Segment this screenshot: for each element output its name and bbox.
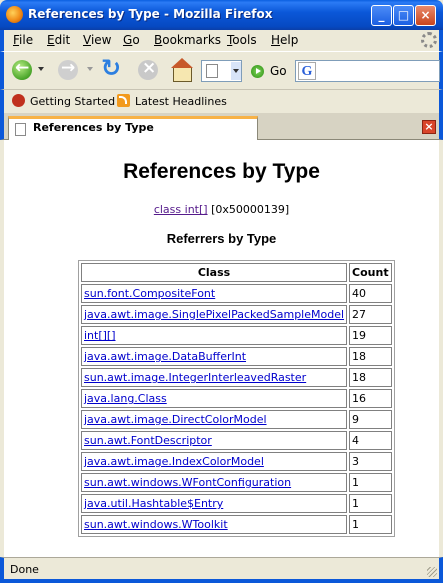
- table-row: int[][] 19: [81, 326, 392, 345]
- tab-references-by-type[interactable]: References by Type: [8, 116, 258, 140]
- class-link[interactable]: class int[]: [154, 203, 208, 216]
- minimize-button[interactable]: _: [371, 5, 392, 26]
- status-bar: Done: [0, 557, 443, 583]
- class-name-link[interactable]: sun.awt.image.IntegerInterleavedRaster: [84, 371, 306, 384]
- menu-bar: File Edit View Go Bookmarks Tools Help: [0, 30, 443, 51]
- page-icon: [15, 123, 26, 136]
- bookmark-latest-headlines[interactable]: Latest Headlines: [117, 94, 227, 108]
- count-cell: 18: [349, 368, 392, 387]
- firefox-bookmark-icon: [12, 94, 25, 107]
- url-dropdown-icon[interactable]: [231, 62, 241, 80]
- navigation-toolbar: Go G: [0, 51, 443, 89]
- title-bar: References by Type - Mozilla Firefox _ □…: [0, 0, 443, 30]
- menu-bookmarks[interactable]: Bookmarks: [154, 33, 221, 47]
- stop-button[interactable]: [136, 58, 160, 82]
- maximize-button[interactable]: □: [393, 5, 414, 26]
- bookmarks-toolbar: Getting Started Latest Headlines: [0, 89, 443, 113]
- page-content: References by Type class int[] [0x500001…: [4, 140, 439, 557]
- throbber-icon: [421, 32, 437, 48]
- table-row: java.awt.image.IndexColorModel 3: [81, 452, 392, 471]
- class-line: class int[] [0x50000139]: [4, 203, 439, 216]
- column-header-class: Class: [81, 263, 348, 282]
- count-cell: 9: [349, 410, 392, 429]
- close-tab-button[interactable]: ×: [422, 120, 436, 134]
- class-name-link[interactable]: java.util.Hashtable$Entry: [84, 497, 223, 510]
- go-button[interactable]: Go: [270, 64, 287, 78]
- back-button[interactable]: [10, 58, 36, 82]
- referrers-table: Class Count sun.font.CompositeFont 40 ja…: [78, 260, 395, 537]
- class-name-link[interactable]: java.lang.Class: [84, 392, 167, 405]
- section-title: Referrers by Type: [166, 231, 277, 246]
- menu-edit[interactable]: Edit: [47, 33, 70, 47]
- class-name-link[interactable]: java.awt.image.DataBufferInt: [84, 350, 246, 363]
- class-address: [0x50000139]: [211, 203, 290, 216]
- class-name-link[interactable]: sun.awt.windows.WFontConfiguration: [84, 476, 291, 489]
- go-icon[interactable]: [251, 65, 264, 78]
- bookmark-label: Getting Started: [30, 95, 116, 108]
- menu-view[interactable]: View: [83, 33, 111, 47]
- reload-button[interactable]: [100, 54, 126, 84]
- count-cell: 3: [349, 452, 392, 471]
- menu-file[interactable]: File: [13, 33, 33, 47]
- column-header-count: Count: [349, 263, 392, 282]
- table-row: sun.awt.FontDescriptor 4: [81, 431, 392, 450]
- table-row: java.awt.image.DataBufferInt 18: [81, 347, 392, 366]
- count-cell: 1: [349, 515, 392, 534]
- forward-button[interactable]: [56, 58, 82, 82]
- menu-help[interactable]: Help: [271, 33, 298, 47]
- bookmark-getting-started[interactable]: Getting Started: [12, 94, 115, 108]
- tab-bar: References by Type ×: [0, 113, 443, 140]
- table-row: sun.awt.windows.WFontConfiguration 1: [81, 473, 392, 492]
- menu-tools[interactable]: Tools: [227, 33, 257, 47]
- count-cell: 19: [349, 326, 392, 345]
- table-header-row: Class Count: [81, 263, 392, 282]
- table-row: sun.awt.windows.WToolkit 1: [81, 515, 392, 534]
- class-name-link[interactable]: sun.font.CompositeFont: [84, 287, 215, 300]
- forward-history-dropdown-icon[interactable]: [87, 67, 93, 71]
- close-window-button[interactable]: ×: [415, 5, 436, 26]
- count-cell: 27: [349, 305, 392, 324]
- page-title: References by Type: [123, 160, 320, 183]
- bookmark-label: Latest Headlines: [135, 95, 227, 108]
- table-row: sun.awt.image.IntegerInterleavedRaster 1…: [81, 368, 392, 387]
- class-name-link[interactable]: sun.awt.FontDescriptor: [84, 434, 212, 447]
- table-row: java.awt.image.DirectColorModel 9: [81, 410, 392, 429]
- count-cell: 1: [349, 494, 392, 513]
- class-name-link[interactable]: java.awt.image.DirectColorModel: [84, 413, 267, 426]
- table-row: java.lang.Class 16: [81, 389, 392, 408]
- class-name-link[interactable]: int[][]: [84, 329, 116, 342]
- search-engine-icon[interactable]: G: [298, 62, 316, 80]
- window-title: References by Type - Mozilla Firefox: [28, 7, 273, 21]
- table-row: java.awt.image.SinglePixelPackedSampleMo…: [81, 305, 392, 324]
- tab-label: References by Type: [33, 121, 154, 134]
- search-input[interactable]: G: [295, 60, 440, 82]
- class-name-link[interactable]: java.awt.image.SinglePixelPackedSampleMo…: [84, 308, 344, 321]
- firefox-icon: [6, 6, 23, 23]
- url-bar[interactable]: [201, 60, 242, 82]
- table-row: java.util.Hashtable$Entry 1: [81, 494, 392, 513]
- count-cell: 16: [349, 389, 392, 408]
- resize-grip-icon[interactable]: [427, 567, 437, 577]
- menu-go[interactable]: Go: [123, 33, 140, 47]
- count-cell: 40: [349, 284, 392, 303]
- table-row: sun.font.CompositeFont 40: [81, 284, 392, 303]
- class-name-link[interactable]: java.awt.image.IndexColorModel: [84, 455, 264, 468]
- count-cell: 4: [349, 431, 392, 450]
- class-name-link[interactable]: sun.awt.windows.WToolkit: [84, 518, 228, 531]
- status-text: Done: [10, 563, 39, 576]
- count-cell: 1: [349, 473, 392, 492]
- home-button[interactable]: [170, 58, 194, 82]
- rss-feed-icon: [117, 94, 130, 107]
- back-history-dropdown-icon[interactable]: [38, 67, 44, 71]
- count-cell: 18: [349, 347, 392, 366]
- page-icon: [206, 64, 218, 78]
